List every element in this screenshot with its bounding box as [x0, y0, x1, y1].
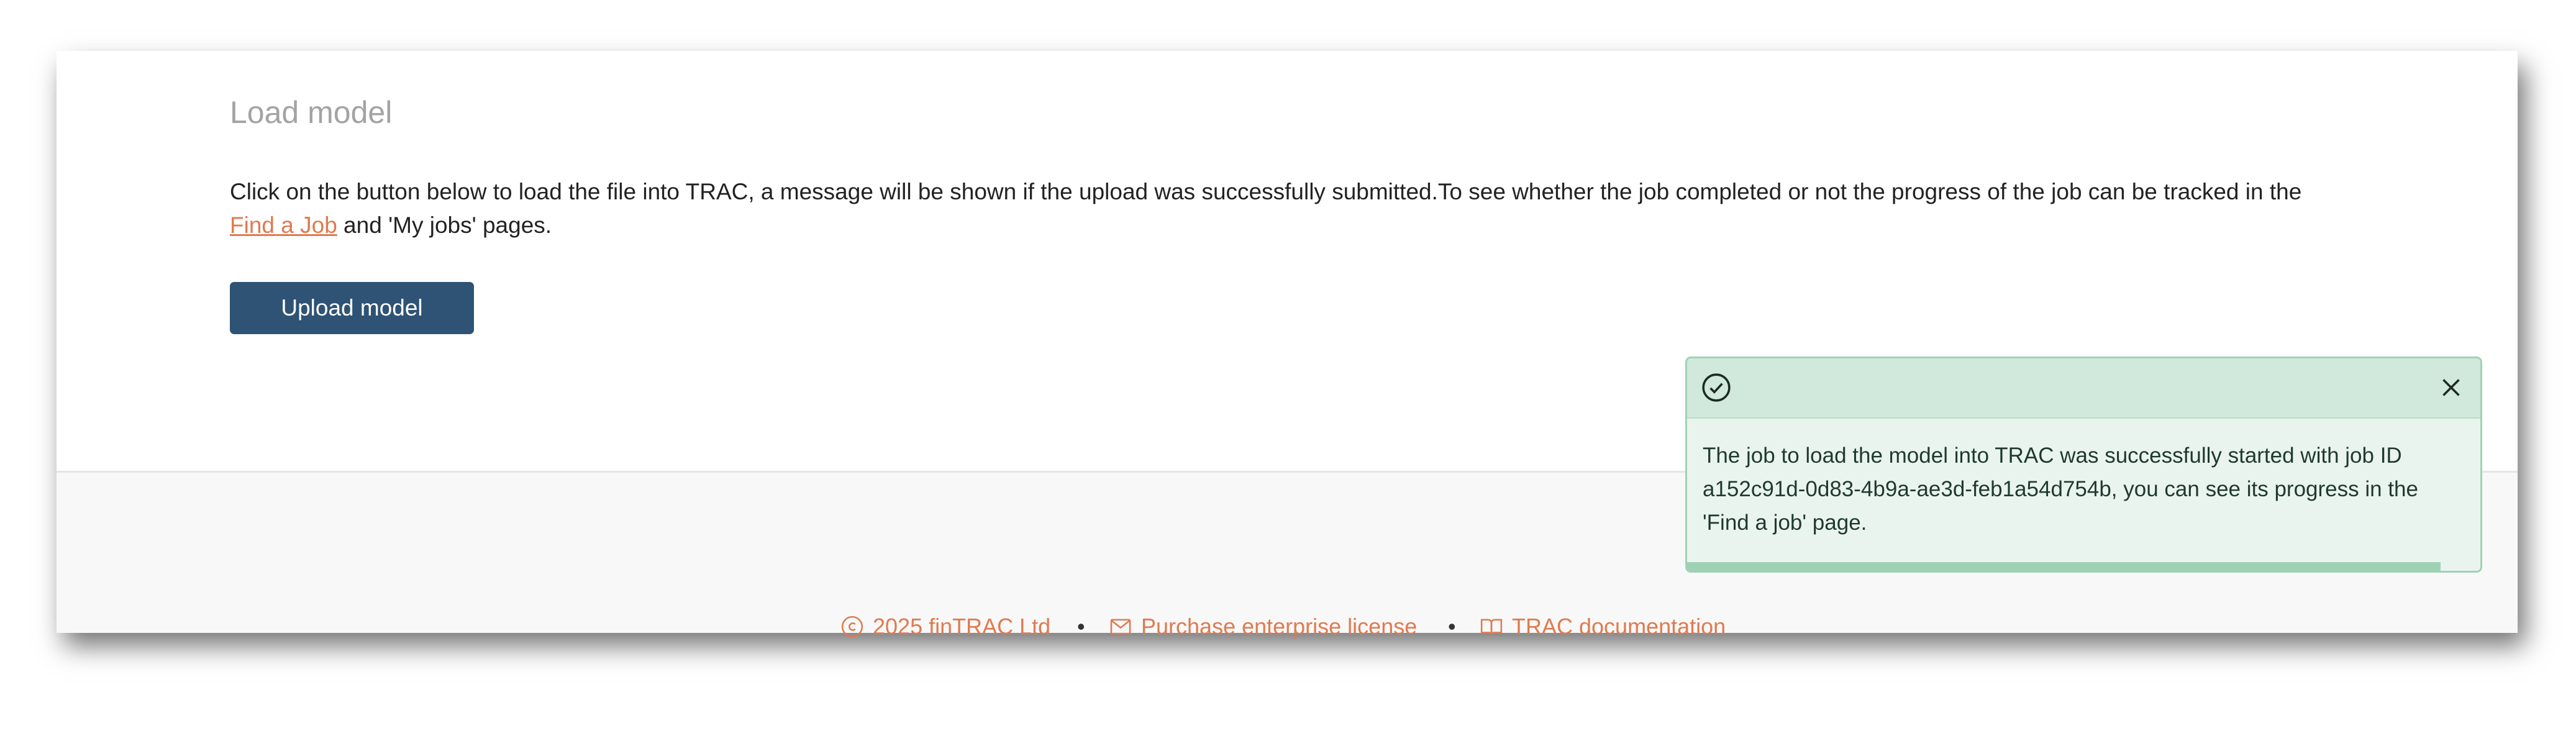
upload-model-button[interactable]: Upload model [230, 282, 474, 334]
toast-progress-bar [1687, 562, 2441, 571]
close-icon[interactable] [2436, 372, 2467, 403]
page-title: Load model [230, 95, 393, 130]
toast-header [1687, 358, 2480, 419]
trac-docs-link[interactable]: TRAC documentation [1480, 614, 1726, 640]
toast-message: The job to load the model into TRAC was … [1703, 443, 2418, 535]
app-window: Load model Click on the button below to … [57, 51, 2518, 639]
book-icon [1480, 619, 1503, 635]
footer-separator: • [1448, 614, 1456, 639]
success-toast: The job to load the model into TRAC was … [1685, 357, 2482, 573]
license-text: Purchase enterprise license [1141, 614, 1418, 639]
docs-text: TRAC documentation [1512, 614, 1726, 639]
purchase-license-link[interactable]: Purchase enterprise license [1109, 614, 1417, 640]
copyright-text: 2025 finTRAC Ltd [873, 614, 1051, 639]
description-text: Click on the button below to load the fi… [230, 179, 2302, 204]
description-text-end: and 'My jobs' pages. [337, 212, 552, 238]
check-circle-icon [1702, 373, 1731, 402]
copyright-icon [841, 616, 863, 638]
footer-separator: • [1077, 614, 1085, 639]
page-description: Click on the button below to load the fi… [230, 175, 2342, 242]
find-a-job-link[interactable]: Find a Job [230, 212, 337, 238]
copyright-link[interactable]: 2025 finTRAC Ltd [840, 614, 1050, 640]
envelope-icon [1110, 619, 1131, 635]
